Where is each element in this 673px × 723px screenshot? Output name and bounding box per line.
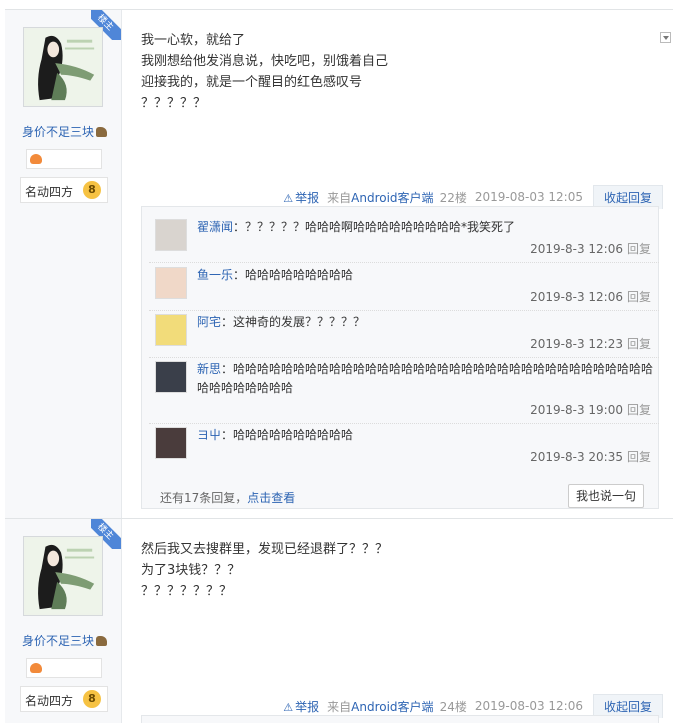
- source-link[interactable]: Android客户端: [351, 700, 433, 714]
- reply-link[interactable]: 回复: [627, 450, 651, 464]
- source-link[interactable]: Android客户端: [351, 191, 433, 205]
- avatar[interactable]: [23, 27, 103, 107]
- reply-list: [141, 715, 659, 723]
- reply-avatar[interactable]: [155, 361, 187, 393]
- floor-number: 24楼: [439, 699, 467, 714]
- reply-link[interactable]: 回复: [627, 242, 651, 256]
- level-badge[interactable]: 名动四方 8: [20, 177, 108, 203]
- level-name: 名动四方: [25, 694, 74, 708]
- reply-author[interactable]: ヨ屮: [197, 428, 221, 442]
- post-line: 我刚想给他发消息说，快吃吧，别饿着自己: [141, 54, 389, 69]
- author-name[interactable]: 身价不足三块: [22, 632, 108, 649]
- source-info: 来自Android客户端: [327, 190, 434, 205]
- fan-badge-icon: [30, 663, 42, 673]
- reply-time: 2019-8-3 12:06: [530, 242, 623, 256]
- author-sidebar: 楼主 身价不足三块 名动四方 8: [5, 10, 122, 518]
- post-line: 然后我又去搜群里，发现已经退群了？？？: [141, 542, 389, 557]
- reply-text: ：哈哈哈哈哈哈哈哈哈哈哈哈哈哈哈哈哈哈哈哈哈哈哈哈哈哈哈哈哈哈哈哈哈哈哈哈哈哈哈…: [197, 362, 654, 395]
- reply-avatar[interactable]: [155, 267, 187, 299]
- reply-link[interactable]: 回复: [627, 337, 651, 351]
- reply-avatar[interactable]: [155, 219, 187, 251]
- member-badge[interactable]: [26, 658, 102, 678]
- divider: [149, 310, 659, 311]
- post-floor-22: 楼主 身价不足三块 名动四方 8 我一心软，就给了 我刚想给他发消息说，快吃吧，…: [5, 9, 673, 518]
- reply-author[interactable]: 新思: [197, 362, 221, 376]
- reply-button[interactable]: 我也说一句: [568, 484, 644, 508]
- reply-author[interactable]: 阿宅: [197, 315, 221, 329]
- divider: [149, 357, 659, 358]
- horse-icon: [96, 127, 108, 137]
- member-badge[interactable]: [26, 149, 102, 169]
- post-line: 我一心软，就给了: [141, 33, 246, 48]
- divider: [149, 262, 659, 263]
- reply-time: 2019-8-3 12:06: [530, 290, 623, 304]
- post-date: 2019-08-03 12:05: [474, 190, 583, 204]
- post-line: ？？？？？: [141, 96, 207, 111]
- source-info: 来自Android客户端: [327, 699, 434, 714]
- author-sidebar: 楼主 身价不足三块 名动四方 8: [5, 519, 122, 723]
- reply-time: 2019-8-3 20:35: [530, 450, 623, 464]
- divider: [149, 423, 659, 424]
- reply-time: 2019-8-3 12:23: [530, 337, 623, 351]
- author-name[interactable]: 身价不足三块: [22, 123, 108, 140]
- avatar-illustration: [26, 30, 100, 104]
- reply-time: 2019-8-3 19:00: [530, 403, 623, 417]
- reply-author[interactable]: 翟潇闻: [197, 220, 233, 234]
- post-line: ？？？？？？？: [141, 584, 233, 599]
- chevron-down-icon[interactable]: [660, 32, 671, 43]
- post-content: 我一心软，就给了 我刚想给他发消息说，快吃吧，别饿着自己 迎接我的，就是一个醒目…: [141, 30, 661, 114]
- report-link[interactable]: 举报: [283, 189, 319, 206]
- reply-link[interactable]: 回复: [627, 290, 651, 304]
- level-badge[interactable]: 名动四方 8: [20, 686, 108, 712]
- post-floor-24: 楼主 身价不足三块 名动四方 8 然后我又去搜群里，发现已经退群了？？？ 为了3…: [5, 518, 673, 723]
- more-replies: 还有17条回复，点击查看: [160, 491, 296, 505]
- view-more-link[interactable]: 点击查看: [247, 491, 295, 505]
- horse-icon: [96, 636, 108, 646]
- level-number: 8: [83, 690, 101, 708]
- reply-text: ：哈哈哈哈哈哈哈哈哈: [233, 268, 354, 282]
- reply-text: ：这神奇的发展？？？？？: [221, 315, 366, 329]
- post-line: 为了3块钱？？？: [141, 563, 241, 578]
- report-link[interactable]: 举报: [283, 698, 319, 715]
- reply-avatar[interactable]: [155, 314, 187, 346]
- reply-text: ：？？？？？哈哈哈啊哈哈哈哈哈哈哈哈哈*我笑死了: [233, 220, 516, 234]
- reply-text: ：哈哈哈哈哈哈哈哈哈哈: [221, 428, 354, 442]
- reply-avatar[interactable]: [155, 427, 187, 459]
- avatar-illustration: [26, 539, 100, 613]
- reply-list: 翟潇闻：？？？？？哈哈哈啊哈哈哈哈哈哈哈哈哈*我笑死了 2019-8-3 12:…: [141, 206, 659, 509]
- post-content: 然后我又去搜群里，发现已经退群了？？？ 为了3块钱？？？ ？？？？？？？: [141, 539, 661, 602]
- post-date: 2019-08-03 12:06: [474, 699, 583, 713]
- level-number: 8: [83, 181, 101, 199]
- fan-badge-icon: [30, 154, 42, 164]
- avatar[interactable]: [23, 536, 103, 616]
- reply-author[interactable]: 鱼一乐: [197, 268, 233, 282]
- post-line: 迎接我的，就是一个醒目的红色感叹号: [141, 75, 363, 90]
- level-name: 名动四方: [25, 185, 74, 199]
- floor-number: 22楼: [439, 190, 467, 205]
- reply-link[interactable]: 回复: [627, 403, 651, 417]
